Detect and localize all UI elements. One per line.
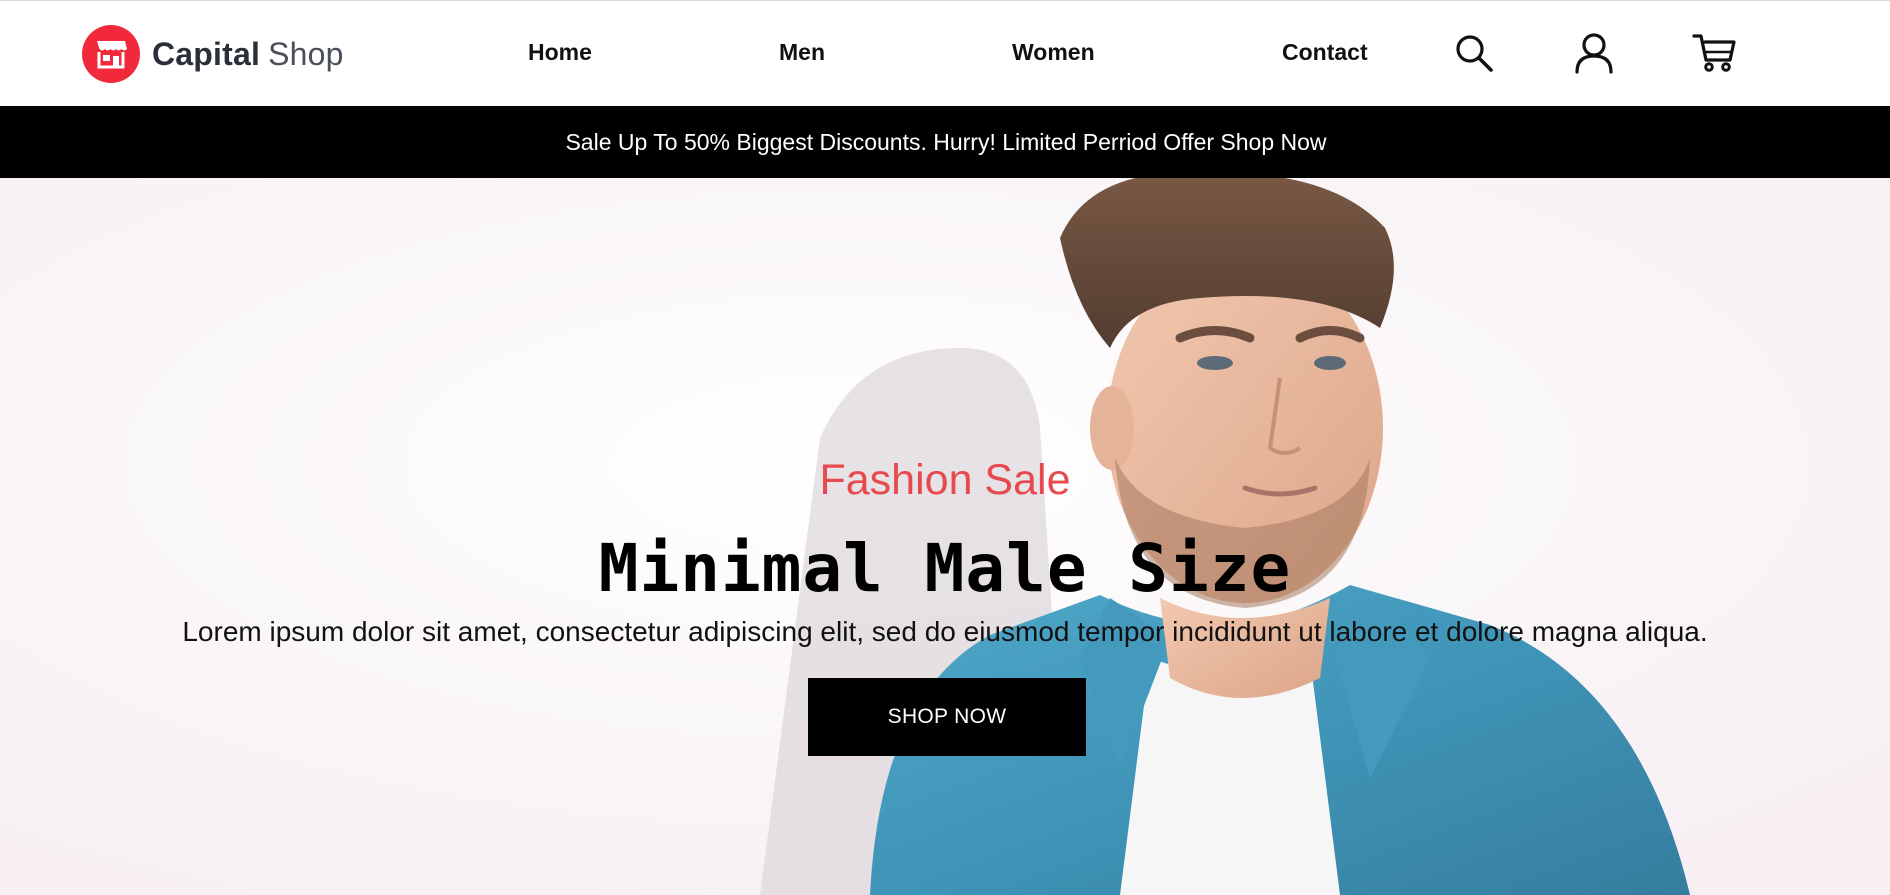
cart-icon[interactable] [1690, 29, 1738, 77]
hero-description: Lorem ipsum dolor sit amet, consectetur … [182, 616, 1708, 647]
storefront-icon [82, 25, 140, 83]
nav-contact[interactable]: Contact [1282, 39, 1368, 66]
nav-men[interactable]: Men [779, 39, 825, 66]
brand-name-light: Shop [268, 35, 344, 72]
nav-home[interactable]: Home [528, 39, 592, 66]
user-icon[interactable] [1570, 29, 1618, 77]
site-header: Capital Shop Home Men Women Contact [0, 0, 1890, 106]
nav-women[interactable]: Women [1012, 39, 1095, 66]
brand-name-bold: Capital [152, 35, 261, 72]
search-icon[interactable] [1450, 29, 1498, 77]
hero-eyebrow: Fashion Sale [819, 456, 1071, 504]
promo-text[interactable]: Sale Up To 50% Biggest Discounts. Hurry!… [565, 129, 1326, 156]
promo-bar: Sale Up To 50% Biggest Discounts. Hurry!… [0, 106, 1890, 178]
shop-now-button[interactable]: SHOP NOW [808, 678, 1086, 756]
brand-name: Capital Shop [152, 36, 344, 73]
hero-title: Minimal Male Size [598, 530, 1292, 607]
landing-page: Capital Shop Home Men Women Contact Sale… [0, 0, 1890, 895]
brand-link[interactable]: Capital Shop [82, 25, 344, 83]
hero-banner: Fashion Sale Minimal Male Size Lorem ips… [0, 178, 1890, 895]
